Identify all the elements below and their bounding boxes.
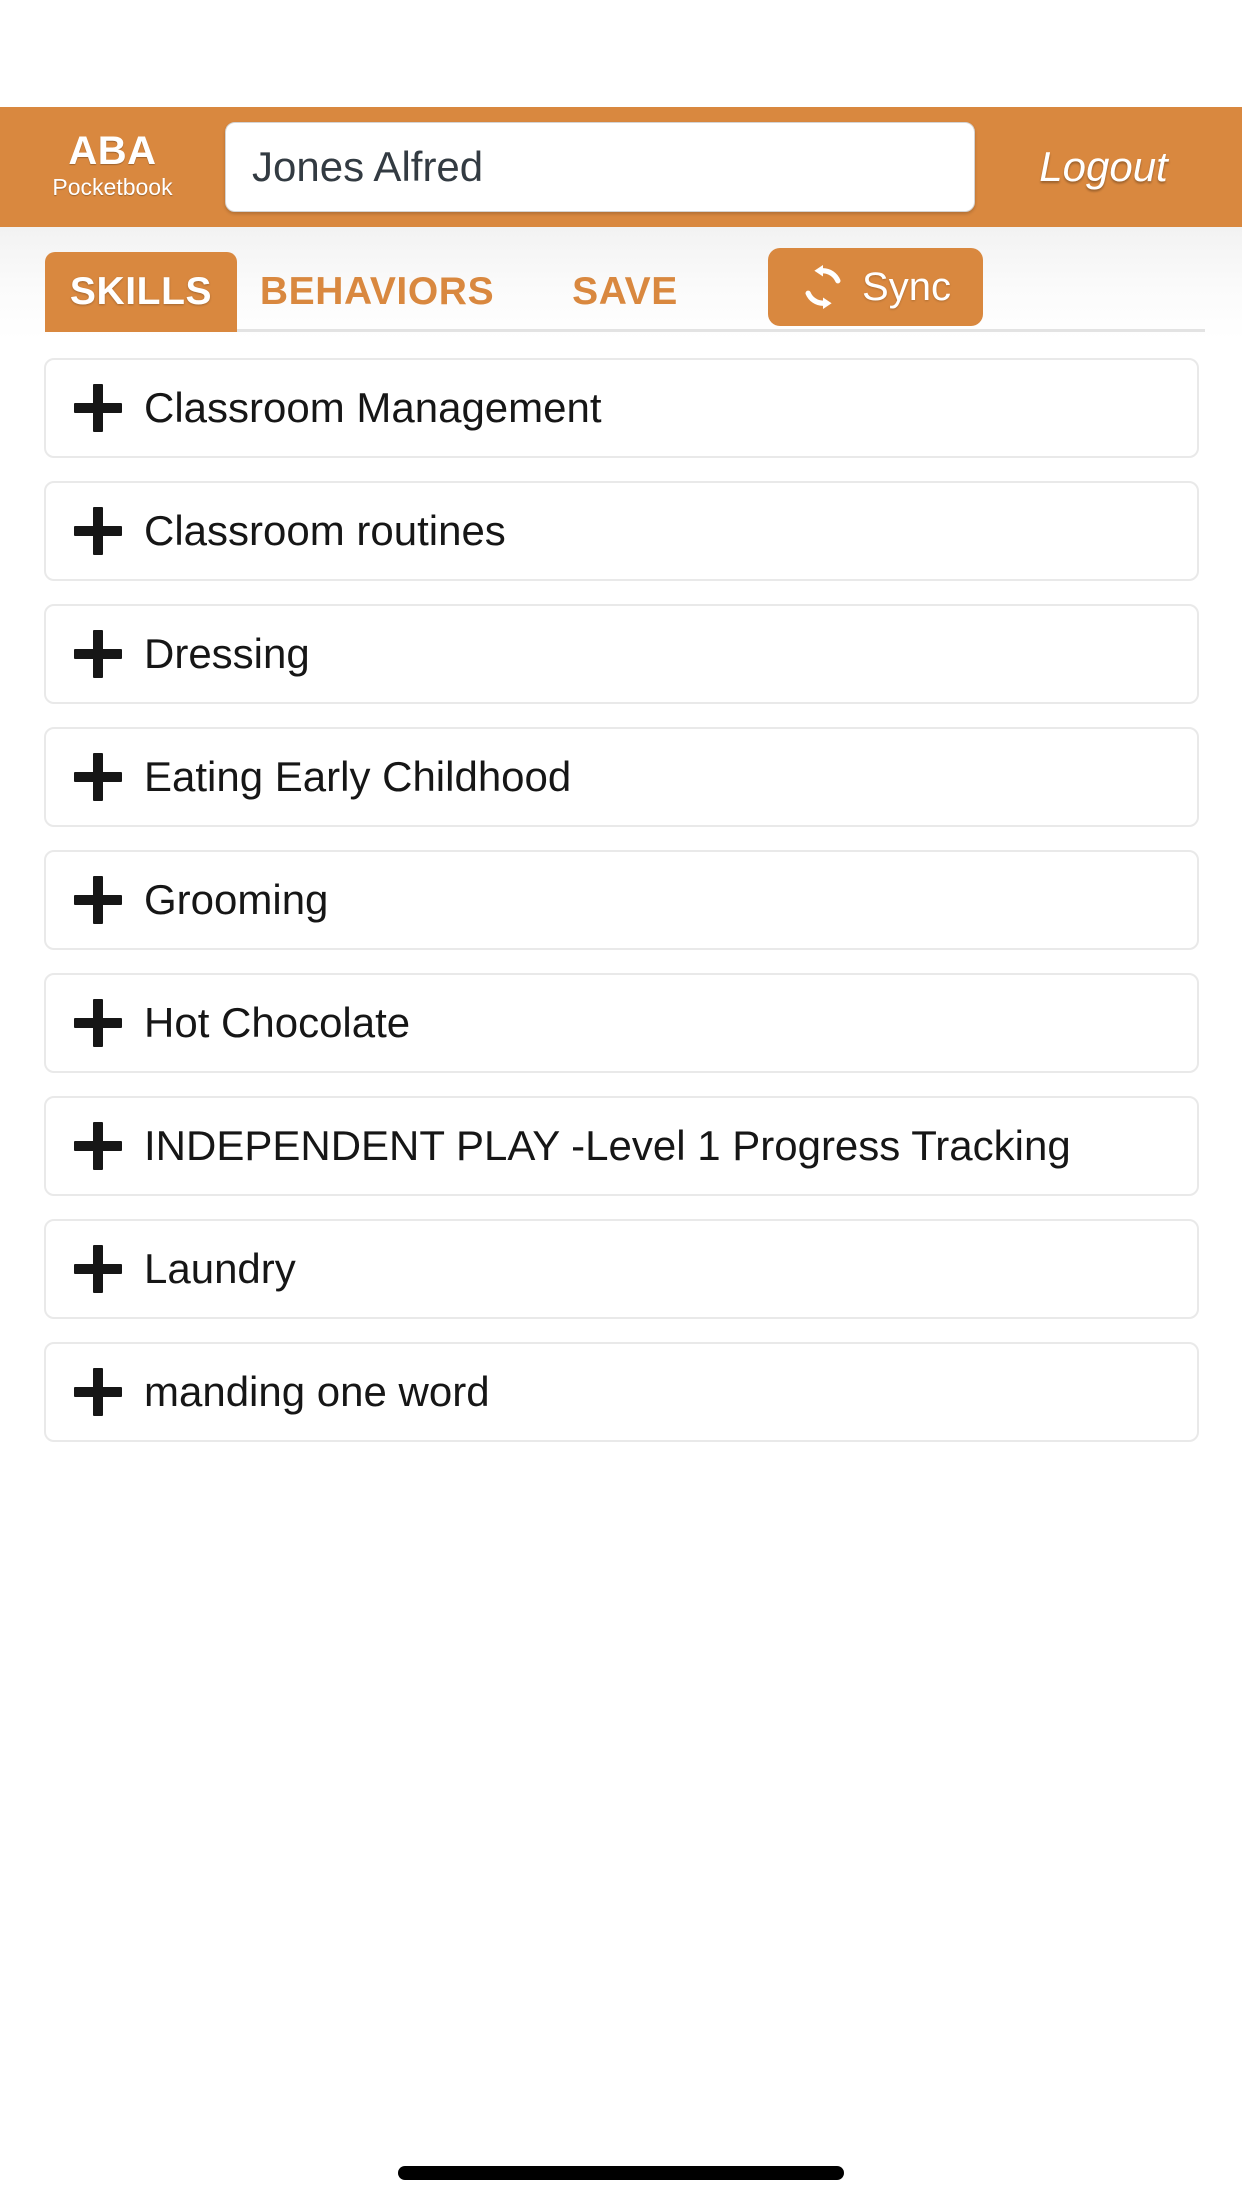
list-item[interactable]: Classroom routines xyxy=(44,481,1199,581)
brand-subtitle: Pocketbook xyxy=(52,174,173,200)
tab-save[interactable]: SAVE xyxy=(545,252,705,332)
home-indicator xyxy=(398,2166,844,2180)
skills-list: Classroom Management Classroom routines … xyxy=(44,358,1199,1465)
plus-icon xyxy=(74,753,122,801)
plus-icon xyxy=(74,999,122,1047)
app-header: ABA Pocketbook Logout xyxy=(0,107,1242,227)
list-item-label: manding one word xyxy=(144,1368,490,1415)
plus-icon xyxy=(74,1122,122,1170)
sync-refresh-icon xyxy=(805,264,841,310)
list-item-label: Hot Chocolate xyxy=(144,999,411,1046)
client-name-input[interactable] xyxy=(225,122,975,212)
sync-button-label: Sync xyxy=(862,265,951,309)
app-root: ABA Pocketbook Logout SKILLS BEHAVIORS S… xyxy=(0,0,1242,2208)
plus-icon xyxy=(74,630,122,678)
app-logo: ABA Pocketbook xyxy=(0,129,225,205)
logout-button[interactable]: Logout xyxy=(975,143,1242,191)
brand-title: ABA xyxy=(68,129,157,173)
plus-icon xyxy=(74,507,122,555)
tab-bar: SKILLS BEHAVIORS SAVE Sync xyxy=(0,227,1242,340)
list-item-label: Dressing xyxy=(144,630,310,677)
list-item[interactable]: Hot Chocolate xyxy=(44,973,1199,1073)
list-item-label: INDEPENDENT PLAY -Level 1 Progress Track… xyxy=(144,1122,1071,1169)
list-item[interactable]: Grooming xyxy=(44,850,1199,950)
sync-button[interactable]: Sync xyxy=(768,248,983,326)
list-item[interactable]: manding one word xyxy=(44,1342,1199,1442)
list-item-label: Laundry xyxy=(144,1245,296,1292)
list-item[interactable]: INDEPENDENT PLAY -Level 1 Progress Track… xyxy=(44,1096,1199,1196)
list-item-label: Classroom routines xyxy=(144,507,506,554)
list-item[interactable]: Classroom Management xyxy=(44,358,1199,458)
list-item-label: Classroom Management xyxy=(144,384,602,431)
status-bar xyxy=(0,0,1242,107)
plus-icon xyxy=(74,1245,122,1293)
list-item[interactable]: Eating Early Childhood xyxy=(44,727,1199,827)
plus-icon xyxy=(74,876,122,924)
plus-icon xyxy=(74,1368,122,1416)
list-item[interactable]: Laundry xyxy=(44,1219,1199,1319)
list-item[interactable]: Dressing xyxy=(44,604,1199,704)
tab-skills[interactable]: SKILLS xyxy=(45,252,237,332)
list-item-label: Eating Early Childhood xyxy=(144,753,572,800)
list-item-label: Grooming xyxy=(144,876,329,923)
plus-icon xyxy=(74,384,122,432)
tab-behaviors[interactable]: BEHAVIORS xyxy=(260,252,494,332)
